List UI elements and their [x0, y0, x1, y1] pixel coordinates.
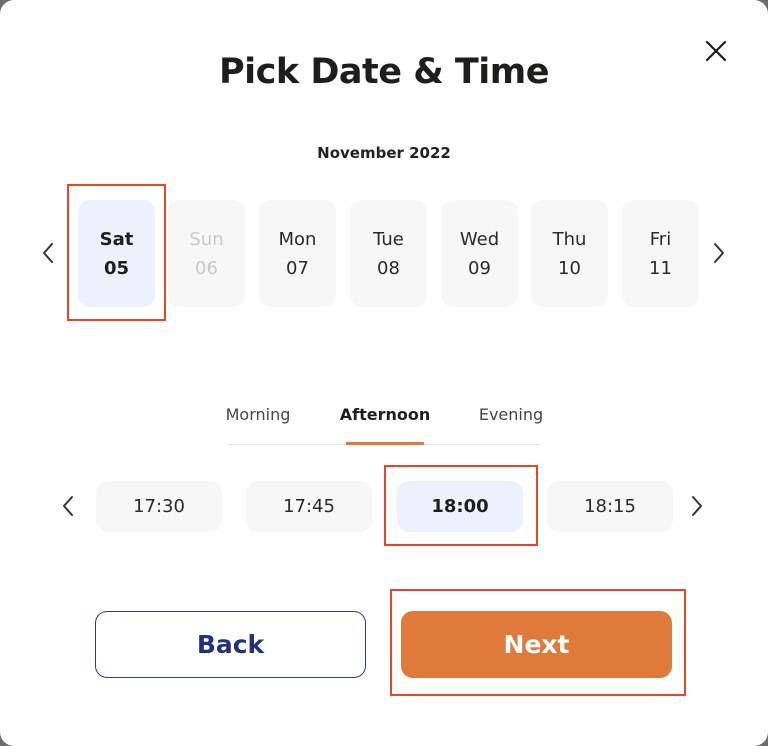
- date-day: 08: [377, 257, 400, 279]
- date-day: 09: [468, 257, 491, 279]
- time-slot-1815[interactable]: 18:15: [547, 481, 673, 532]
- date-card-tue-08[interactable]: Tue 08: [350, 200, 427, 307]
- tab-morning[interactable]: Morning: [218, 405, 298, 424]
- date-card-wed-09[interactable]: Wed 09: [441, 200, 518, 307]
- modal-title: Pick Date & Time: [219, 52, 549, 92]
- close-icon: [705, 40, 727, 62]
- date-card-sat-05[interactable]: Sat 05: [78, 200, 155, 307]
- date-weekday: Thu: [552, 228, 587, 250]
- tab-afternoon[interactable]: Afternoon: [335, 405, 435, 424]
- tab-evening[interactable]: Evening: [471, 405, 551, 424]
- date-day: 05: [103, 257, 130, 279]
- date-card-mon-07[interactable]: Mon 07: [259, 200, 336, 307]
- date-card-fri-11[interactable]: Fri 11: [622, 200, 699, 307]
- back-button[interactable]: Back: [95, 611, 366, 678]
- date-card-sun-06: Sun 06: [168, 200, 245, 307]
- date-card-thu-10[interactable]: Thu 10: [531, 200, 608, 307]
- close-button[interactable]: [700, 35, 732, 67]
- dates-next-button[interactable]: [707, 238, 731, 268]
- active-tab-indicator: [346, 442, 424, 445]
- date-weekday: Sun: [189, 228, 224, 250]
- dates-prev-button[interactable]: [36, 238, 60, 268]
- chevron-right-icon: [714, 243, 724, 263]
- slots-next-button[interactable]: [685, 491, 709, 521]
- date-weekday: Tue: [373, 228, 404, 250]
- chevron-left-icon: [43, 243, 53, 263]
- slots-prev-button[interactable]: [56, 491, 80, 521]
- next-button[interactable]: Next: [401, 611, 672, 678]
- date-day: 11: [649, 257, 672, 279]
- date-weekday: Wed: [459, 228, 500, 250]
- time-slot-1730[interactable]: 17:30: [96, 481, 222, 532]
- time-slot-1745[interactable]: 17:45: [246, 481, 372, 532]
- time-slot-1800[interactable]: 18:00: [397, 481, 523, 532]
- date-weekday: Sat: [99, 228, 134, 250]
- date-time-modal: Pick Date & Time November 2022 Sat 05 Su…: [0, 0, 768, 746]
- chevron-left-icon: [63, 496, 73, 516]
- date-weekday: Fri: [649, 228, 672, 250]
- date-day: 06: [195, 257, 218, 279]
- date-day: 07: [286, 257, 309, 279]
- month-label: November 2022: [317, 144, 451, 162]
- date-day: 10: [558, 257, 581, 279]
- date-weekday: Mon: [278, 228, 317, 250]
- chevron-right-icon: [692, 496, 702, 516]
